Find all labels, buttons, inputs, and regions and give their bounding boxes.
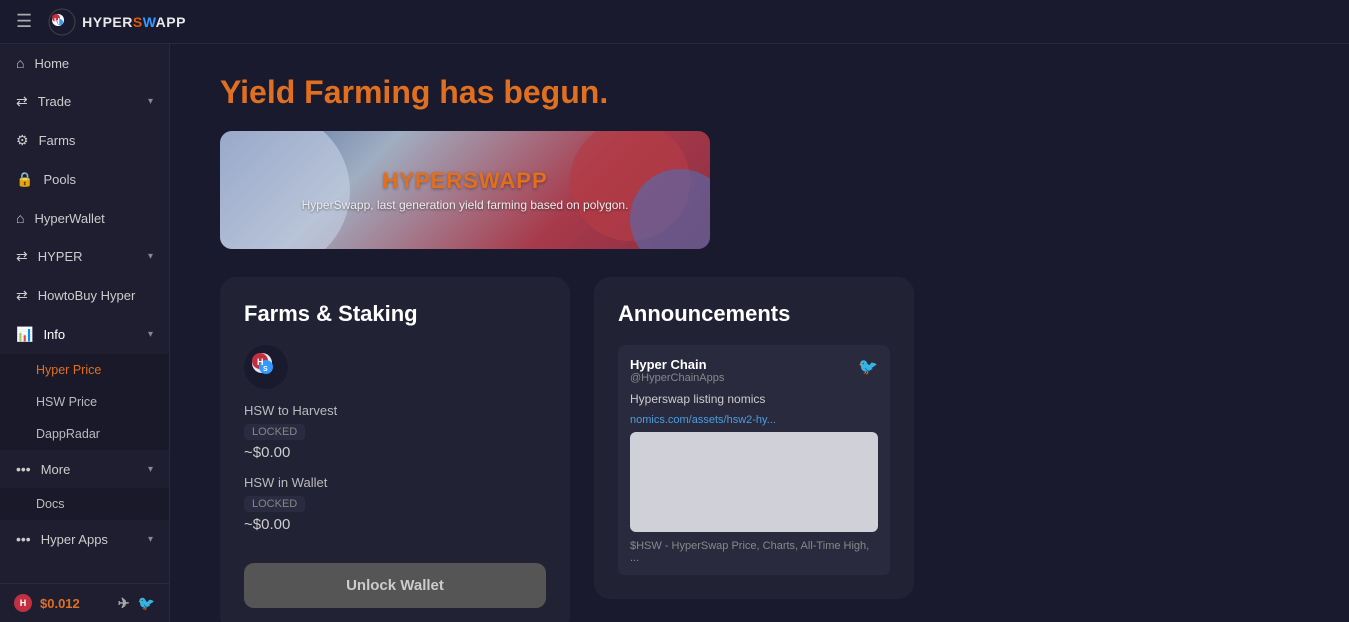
- chevron-down-icon-3: ▾: [148, 329, 153, 340]
- harvest-label: HSW to Harvest: [244, 403, 546, 418]
- chevron-down-icon-5: ▾: [148, 534, 153, 545]
- banner-subtitle: HyperSwapp, last generation yield farmin…: [302, 198, 629, 212]
- more-submenu: Docs: [0, 488, 169, 520]
- sidebar-item-trade-label: Trade: [38, 94, 71, 109]
- tweet-handle: @HyperChainApps: [630, 372, 724, 384]
- sidebar-item-pools-label: Pools: [43, 172, 76, 187]
- sidebar-item-hyperwallet[interactable]: ⌂ HyperWallet: [0, 199, 169, 237]
- sidebar-sub-dappradar[interactable]: DappRadar: [0, 418, 169, 450]
- howtobuy-icon: ⇄: [16, 287, 28, 304]
- hamburger-menu-icon[interactable]: ☰: [16, 11, 32, 32]
- cards-row: Farms & Staking H S HSW to Harvest LOCKE…: [220, 277, 1309, 622]
- farms-card-title: Farms & Staking: [244, 301, 546, 327]
- wallet-label: HSW in Wallet: [244, 475, 546, 490]
- chevron-down-icon: ▾: [148, 96, 153, 107]
- sidebar-item-home[interactable]: ⌂ Home: [0, 44, 169, 82]
- svg-text:H: H: [54, 17, 60, 26]
- hyperwallet-icon: ⌂: [16, 210, 24, 226]
- tweet-link[interactable]: nomics.com/assets/hsw2-hy...: [630, 414, 878, 426]
- sidebar-sub-hsw-price[interactable]: HSW Price: [0, 386, 169, 418]
- announcements-scroll[interactable]: Hyper Chain @HyperChainApps 🐦 Hyperswap …: [618, 345, 890, 575]
- banner: HYPERSWAPP HyperSwapp, last generation y…: [220, 131, 710, 249]
- sidebar-item-farms-label: Farms: [39, 133, 76, 148]
- more-icon: •••: [16, 461, 31, 477]
- main-layout: ⌂ Home ⇄ Trade ▾ ⚙ Farms 🔒 Pools ⌂ Hyper…: [0, 44, 1349, 622]
- sidebar-bottom: H $0.012 ✈ 🐦: [0, 583, 169, 622]
- sidebar-item-howtobuy-label: HowtoBuy Hyper: [38, 288, 136, 303]
- banner-content: HYPERSWAPP HyperSwapp, last generation y…: [302, 168, 629, 212]
- announcements-title: Announcements: [618, 301, 890, 327]
- hsw-logo-small: H: [14, 594, 32, 612]
- home-icon: ⌂: [16, 55, 24, 71]
- telegram-icon[interactable]: ✈: [118, 595, 130, 612]
- logo[interactable]: H HYPERSWAPP: [48, 8, 186, 36]
- logo-icon: H: [48, 8, 76, 36]
- sidebar-item-info-label: Info: [43, 327, 65, 342]
- sidebar-item-hyper[interactable]: ⇄ HYPER ▾: [0, 237, 169, 276]
- trade-icon: ⇄: [16, 93, 28, 110]
- announcements-card: Announcements Hyper Chain @HyperChainApp…: [594, 277, 914, 599]
- farms-staking-card: Farms & Staking H S HSW to Harvest LOCKE…: [220, 277, 570, 622]
- sidebar: ⌂ Home ⇄ Trade ▾ ⚙ Farms 🔒 Pools ⌂ Hyper…: [0, 44, 170, 622]
- tweet-image: [630, 432, 878, 532]
- tweet-header: Hyper Chain @HyperChainApps 🐦: [630, 357, 878, 384]
- banner-title: HYPERSWAPP: [302, 168, 629, 194]
- chevron-down-icon-2: ▾: [148, 251, 153, 262]
- docs-label: Docs: [36, 497, 64, 511]
- twitter-bird-icon: 🐦: [858, 357, 878, 377]
- info-submenu: Hyper Price HSW Price DappRadar: [0, 354, 169, 450]
- sidebar-item-trade[interactable]: ⇄ Trade ▾: [0, 82, 169, 121]
- twitter-icon[interactable]: 🐦: [138, 595, 155, 612]
- sidebar-item-farms[interactable]: ⚙ Farms: [0, 121, 169, 160]
- social-icons: ✈ 🐦: [118, 595, 155, 612]
- chevron-down-icon-4: ▾: [148, 464, 153, 475]
- wallet-amount: ~$0.00: [244, 516, 546, 533]
- tweet-item: Hyper Chain @HyperChainApps 🐦 Hyperswap …: [618, 345, 890, 575]
- token-price: $0.012: [40, 596, 80, 611]
- info-icon: 📊: [16, 326, 33, 343]
- sidebar-sub-hyper-price[interactable]: Hyper Price: [0, 354, 169, 386]
- hyper-price-label: Hyper Price: [36, 363, 101, 377]
- dappradar-label: DappRadar: [36, 427, 100, 441]
- sidebar-item-pools[interactable]: 🔒 Pools: [0, 160, 169, 199]
- sidebar-sub-docs[interactable]: Docs: [0, 488, 169, 520]
- main-content: Yield Farming has begun. HYPERSWAPP Hype…: [170, 44, 1349, 622]
- sidebar-item-hyper-apps-label: Hyper Apps: [41, 532, 108, 547]
- tweet-footer-link[interactable]: $HSW - HyperSwap Price, Charts, All-Time…: [630, 540, 878, 564]
- wallet-locked-label: LOCKED: [244, 496, 305, 512]
- tweet-text: Hyperswap listing nomics: [630, 390, 878, 408]
- sidebar-item-howtobuy[interactable]: ⇄ HowtoBuy Hyper: [0, 276, 169, 315]
- page-title: Yield Farming has begun.: [220, 74, 1309, 111]
- sidebar-item-more[interactable]: ••• More ▾: [0, 450, 169, 488]
- unlock-wallet-button[interactable]: Unlock Wallet: [244, 563, 546, 608]
- sidebar-item-hyper-label: HYPER: [38, 249, 83, 264]
- tweet-user-info: Hyper Chain @HyperChainApps: [630, 357, 724, 384]
- sidebar-item-hyperwallet-label: HyperWallet: [34, 211, 104, 226]
- logo-text: HYPERSWAPP: [82, 14, 186, 30]
- hyper-icon: ⇄: [16, 248, 28, 265]
- hyper-apps-icon: •••: [16, 531, 31, 547]
- farms-icon: ⚙: [16, 132, 29, 149]
- sidebar-item-hyper-apps[interactable]: ••• Hyper Apps ▾: [0, 520, 169, 558]
- topbar: ☰ H HYPERSWAPP: [0, 0, 1349, 44]
- sidebar-item-home-label: Home: [34, 56, 69, 71]
- harvest-locked-label: LOCKED: [244, 424, 305, 440]
- sidebar-item-info[interactable]: 📊 Info ▾: [0, 315, 169, 354]
- token-icon: H S: [244, 345, 288, 389]
- sidebar-item-more-label: More: [41, 462, 71, 477]
- svg-text:S: S: [263, 366, 268, 373]
- tweet-username: Hyper Chain: [630, 357, 724, 372]
- pools-icon: 🔒: [16, 171, 33, 188]
- hsw-price-label: HSW Price: [36, 395, 97, 409]
- harvest-amount: ~$0.00: [244, 444, 546, 461]
